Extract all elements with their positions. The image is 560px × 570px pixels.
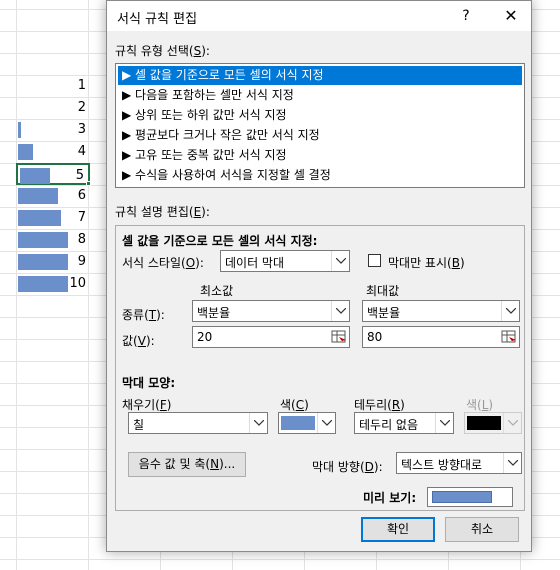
chevron-down-icon [331, 251, 349, 271]
bar-direction-label: 막대 방향(D): [312, 460, 383, 474]
cell-value: 1 [77, 78, 86, 93]
table-row[interactable]: 1 [16, 75, 90, 97]
show-bar-only-label: 막대만 표시(B) [388, 256, 465, 270]
cell-value: 10 [69, 276, 86, 291]
minimum-type-value: 백분율 [197, 306, 231, 320]
maximum-value-input[interactable]: 80 [362, 326, 520, 348]
cancel-button[interactable]: 취소 [445, 517, 519, 542]
preview-data-bar [432, 491, 492, 503]
bar-direction-select[interactable]: 텍스트 방향대로 [396, 452, 522, 474]
fill-label: 채우기(F) [122, 398, 172, 412]
format-style-select[interactable]: 데이터 막대 [220, 250, 350, 272]
data-bar [18, 232, 68, 248]
cell-value: 4 [77, 144, 86, 159]
preview-label: 미리 보기: [363, 491, 417, 505]
format-style-label: 서식 스타일(O): [122, 256, 204, 270]
cell-value: 7 [77, 210, 86, 225]
border-color-swatch [467, 416, 501, 430]
minimum-value-input[interactable]: 20 [192, 326, 350, 348]
edit-formatting-rule-dialog: 서식 규칙 편집 ? ✕ 규칙 유형 선택(S): ▶ 셀 값을 기준으로 모든… [106, 0, 532, 552]
section-title: 셀 값을 기준으로 모든 셀의 서식 지정: [122, 234, 318, 248]
rule-type-item[interactable]: ▶ 셀 값을 기준으로 모든 셀의 서식 지정 [118, 66, 522, 85]
show-bar-only-checkbox[interactable] [368, 254, 381, 267]
title-bar: 서식 규칙 편집 ? ✕ [107, 1, 531, 31]
maximum-header: 최대값 [366, 284, 400, 298]
ok-button[interactable]: 확인 [361, 517, 435, 542]
fill-color-label: 색(C) [280, 398, 309, 412]
rule-type-item[interactable]: ▶ 다음을 포함하는 셀만 서식 지정 [118, 86, 522, 105]
rule-type-item[interactable]: ▶ 수식을 사용하여 서식을 지정할 셀 결정 [118, 166, 522, 185]
bar-direction-value: 텍스트 방향대로 [401, 458, 483, 472]
table-row[interactable]: 5 [16, 163, 90, 185]
cell-value: 8 [77, 232, 86, 247]
range-picker-icon[interactable] [330, 328, 348, 346]
data-bar [18, 144, 33, 160]
data-bar [20, 168, 50, 184]
table-row[interactable]: 3 [16, 119, 90, 141]
preview-box [427, 487, 513, 507]
rule-type-item[interactable]: ▶ 상위 또는 하위 값만 서식 지정 [118, 106, 522, 125]
rule-type-item[interactable]: ▶ 평균보다 크거나 작은 값만 서식 지정 [118, 126, 522, 145]
table-row[interactable]: 9 [16, 251, 90, 273]
minimum-header: 최소값 [200, 284, 234, 298]
rule-description-label: 규칙 설명 편집(E): [115, 205, 210, 219]
cell-value: 3 [77, 122, 86, 137]
maximum-value-text: 80 [367, 330, 383, 344]
border-type-value: 테두리 없음 [359, 418, 419, 432]
chevron-down-icon [501, 301, 519, 321]
table-row[interactable]: 4 [16, 141, 90, 163]
border-color-picker[interactable] [464, 412, 522, 434]
fill-type-value: 칠 [133, 418, 145, 432]
minimum-type-select[interactable]: 백분율 [192, 300, 350, 322]
chevron-down-icon [317, 413, 335, 433]
rule-type-item[interactable]: ▶ 고유 또는 중복 값만 서식 지정 [118, 146, 522, 165]
cell-value: 2 [77, 100, 86, 115]
fill-color-swatch [281, 416, 315, 430]
chevron-down-icon [249, 413, 267, 433]
table-row[interactable]: 2 [16, 97, 90, 119]
table-row[interactable]: 7 [16, 207, 90, 229]
chevron-down-icon [503, 453, 521, 473]
chevron-down-icon [435, 413, 453, 433]
table-row[interactable]: 10 [16, 273, 90, 295]
chevron-down-icon [503, 413, 521, 433]
cell-value: 9 [77, 254, 86, 269]
dialog-title: 서식 규칙 편집 [117, 12, 198, 27]
cell-value: 6 [77, 188, 86, 203]
data-bar [18, 210, 61, 226]
fill-color-picker[interactable] [278, 412, 336, 434]
cell-value: 5 [75, 168, 84, 183]
format-style-value: 데이터 막대 [225, 256, 285, 270]
help-button[interactable]: ? [451, 1, 481, 31]
chevron-down-icon [331, 301, 349, 321]
data-bar [18, 188, 58, 204]
border-label: 테두리(R) [354, 398, 405, 412]
fill-type-select[interactable]: 칠 [128, 412, 268, 434]
table-row[interactable]: 8 [16, 229, 90, 251]
maximum-type-select[interactable]: 백분율 [362, 300, 520, 322]
rule-description-panel: 셀 값을 기준으로 모든 셀의 서식 지정: 서식 스타일(O): 데이터 막대… [115, 225, 525, 511]
border-type-select[interactable]: 테두리 없음 [354, 412, 454, 434]
close-button[interactable]: ✕ [491, 1, 531, 31]
data-bar [18, 122, 21, 138]
negative-value-axis-button[interactable]: 음수 값 및 축(N)... [128, 452, 246, 477]
maximum-type-value: 백분율 [367, 306, 401, 320]
value-label: 값(V): [122, 334, 155, 348]
fill-handle[interactable] [86, 181, 91, 186]
data-bar [18, 254, 68, 270]
bar-appearance-title: 막대 모양: [122, 376, 176, 390]
minimum-value-text: 20 [197, 330, 213, 344]
rule-type-list[interactable]: ▶ 셀 값을 기준으로 모든 셀의 서식 지정 ▶ 다음을 포함하는 셀만 서식… [115, 63, 525, 188]
rule-type-label: 규칙 유형 선택(S): [115, 44, 210, 58]
type-label: 종류(T): [122, 308, 165, 322]
data-bar [18, 276, 68, 292]
border-color-label: 색(L) [466, 398, 494, 412]
table-row[interactable]: 6 [16, 185, 90, 207]
range-picker-icon[interactable] [500, 328, 518, 346]
